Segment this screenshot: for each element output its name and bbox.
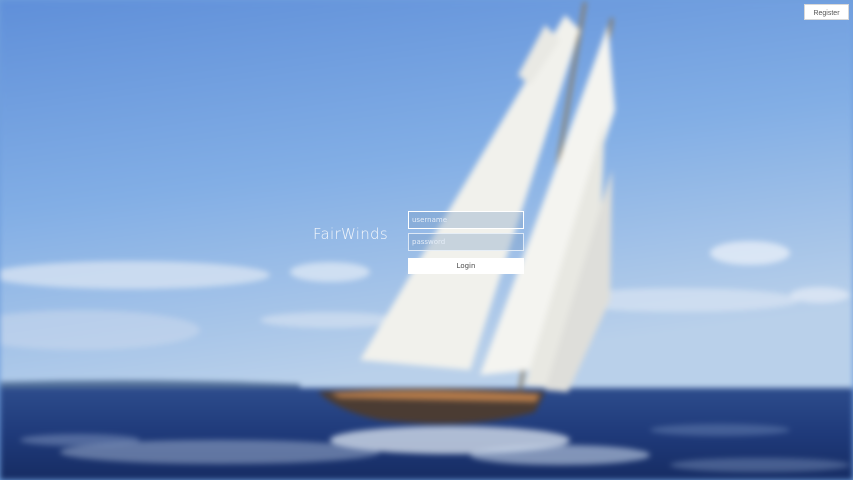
brand-logo-text: FairWinds — [313, 225, 388, 243]
login-page: Register FairWinds Login — [0, 0, 853, 480]
login-button[interactable]: Login — [408, 258, 524, 274]
register-button[interactable]: Register — [804, 4, 849, 20]
password-input[interactable] — [408, 233, 524, 251]
login-form: Login — [408, 211, 524, 274]
username-input[interactable] — [408, 211, 524, 229]
